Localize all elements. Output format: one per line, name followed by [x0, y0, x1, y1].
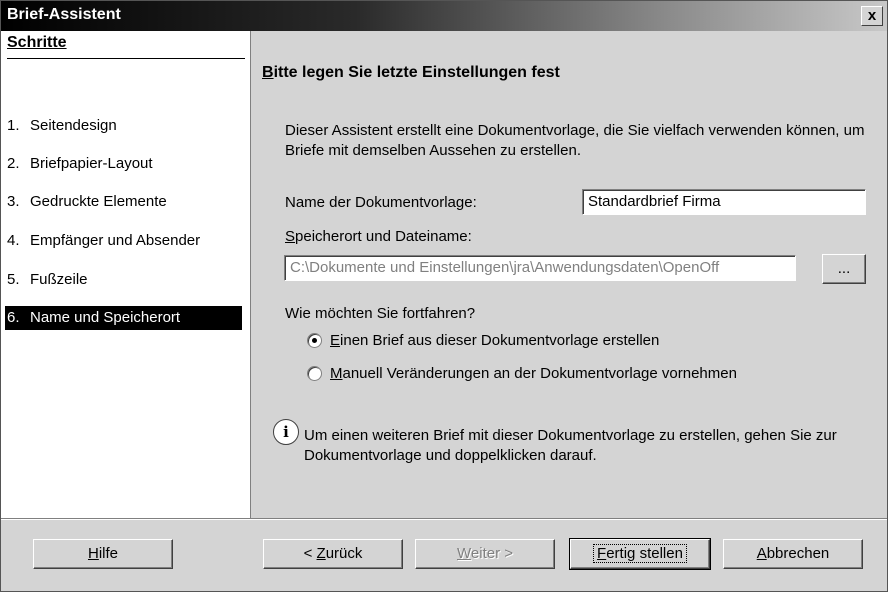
close-icon: x	[867, 7, 877, 24]
ellipsis-icon: ...	[837, 260, 851, 277]
info-text: Um einen weiteren Brief mit dieser Dokum…	[304, 427, 837, 464]
window-title: Brief-Assistent	[7, 6, 121, 23]
step-label: Fußzeile	[30, 271, 88, 288]
title-bar[interactable]: Brief-Assistent x	[1, 1, 887, 31]
radio-modify-template-label[interactable]: Manuell Veränderungen an der Dokumentvor…	[330, 365, 737, 382]
description-text: Dieser Assistent erstellt eine Dokumentv…	[285, 122, 865, 159]
wizard-window: Brief-Assistent x Schritte 1. Seitendesig…	[0, 0, 888, 592]
radio-modify-template[interactable]	[307, 366, 322, 381]
step-number: 4.	[7, 232, 20, 249]
radio-selected-dot	[312, 338, 317, 343]
finish-button[interactable]: Fertig stellen	[569, 538, 711, 570]
step-label: Empfänger und Absender	[30, 232, 201, 249]
radio-create-letter[interactable]	[307, 333, 322, 348]
template-name-label: Name der Dokumentvorlage:	[285, 194, 477, 211]
step-number: 1.	[7, 117, 20, 134]
continue-question: Wie möchten Sie fortfahren?	[285, 305, 476, 322]
button-bar-divider	[1, 518, 887, 520]
step-item-gedruckte-elemente[interactable]: 3. Gedruckte Elemente	[5, 190, 242, 214]
step-number: 5.	[7, 271, 20, 288]
help-button[interactable]: Hilfe	[33, 539, 173, 569]
back-button[interactable]: < Zurück	[263, 539, 403, 569]
step-item-seitendesign[interactable]: 1. Seitendesign	[5, 114, 242, 138]
step-number: 6.	[7, 309, 20, 326]
step-item-name-speicherort[interactable]: 6. Name und Speicherort	[5, 306, 242, 330]
steps-heading: Schritte	[7, 34, 67, 51]
step-number: 3.	[7, 193, 20, 210]
step-label: Briefpapier-Layout	[30, 155, 153, 172]
step-item-empfaenger-absender[interactable]: 4. Empfänger und Absender	[5, 229, 242, 253]
steps-divider	[7, 58, 245, 59]
template-name-field[interactable]: Standardbrief Firma	[582, 189, 866, 215]
step-label: Seitendesign	[30, 117, 117, 134]
step-item-briefpapier-layout[interactable]: 2. Briefpapier-Layout	[5, 152, 242, 176]
radio-create-letter-label[interactable]: Einen Brief aus dieser Dokumentvorlage e…	[330, 332, 659, 349]
step-number: 2.	[7, 155, 20, 172]
step-label: Gedruckte Elemente	[30, 193, 167, 210]
location-field[interactable]: C:\Dokumente und Einstellungen\jra\Anwen…	[284, 255, 796, 281]
cancel-button[interactable]: Abbrechen	[723, 539, 863, 569]
close-button[interactable]: x	[861, 6, 883, 26]
browse-button[interactable]: ...	[822, 254, 866, 284]
page-title: Bitte legen Sie letzte Einstellungen fes…	[262, 64, 560, 81]
location-label: Speicherort und Dateiname:	[285, 228, 472, 245]
focus-rect: Fertig stellen	[593, 544, 687, 563]
step-label: Name und Speicherort	[30, 309, 181, 326]
next-button[interactable]: Weiter >	[415, 539, 555, 569]
step-item-fusszeile[interactable]: 5. Fußzeile	[5, 268, 242, 292]
info-icon: i	[273, 419, 299, 445]
